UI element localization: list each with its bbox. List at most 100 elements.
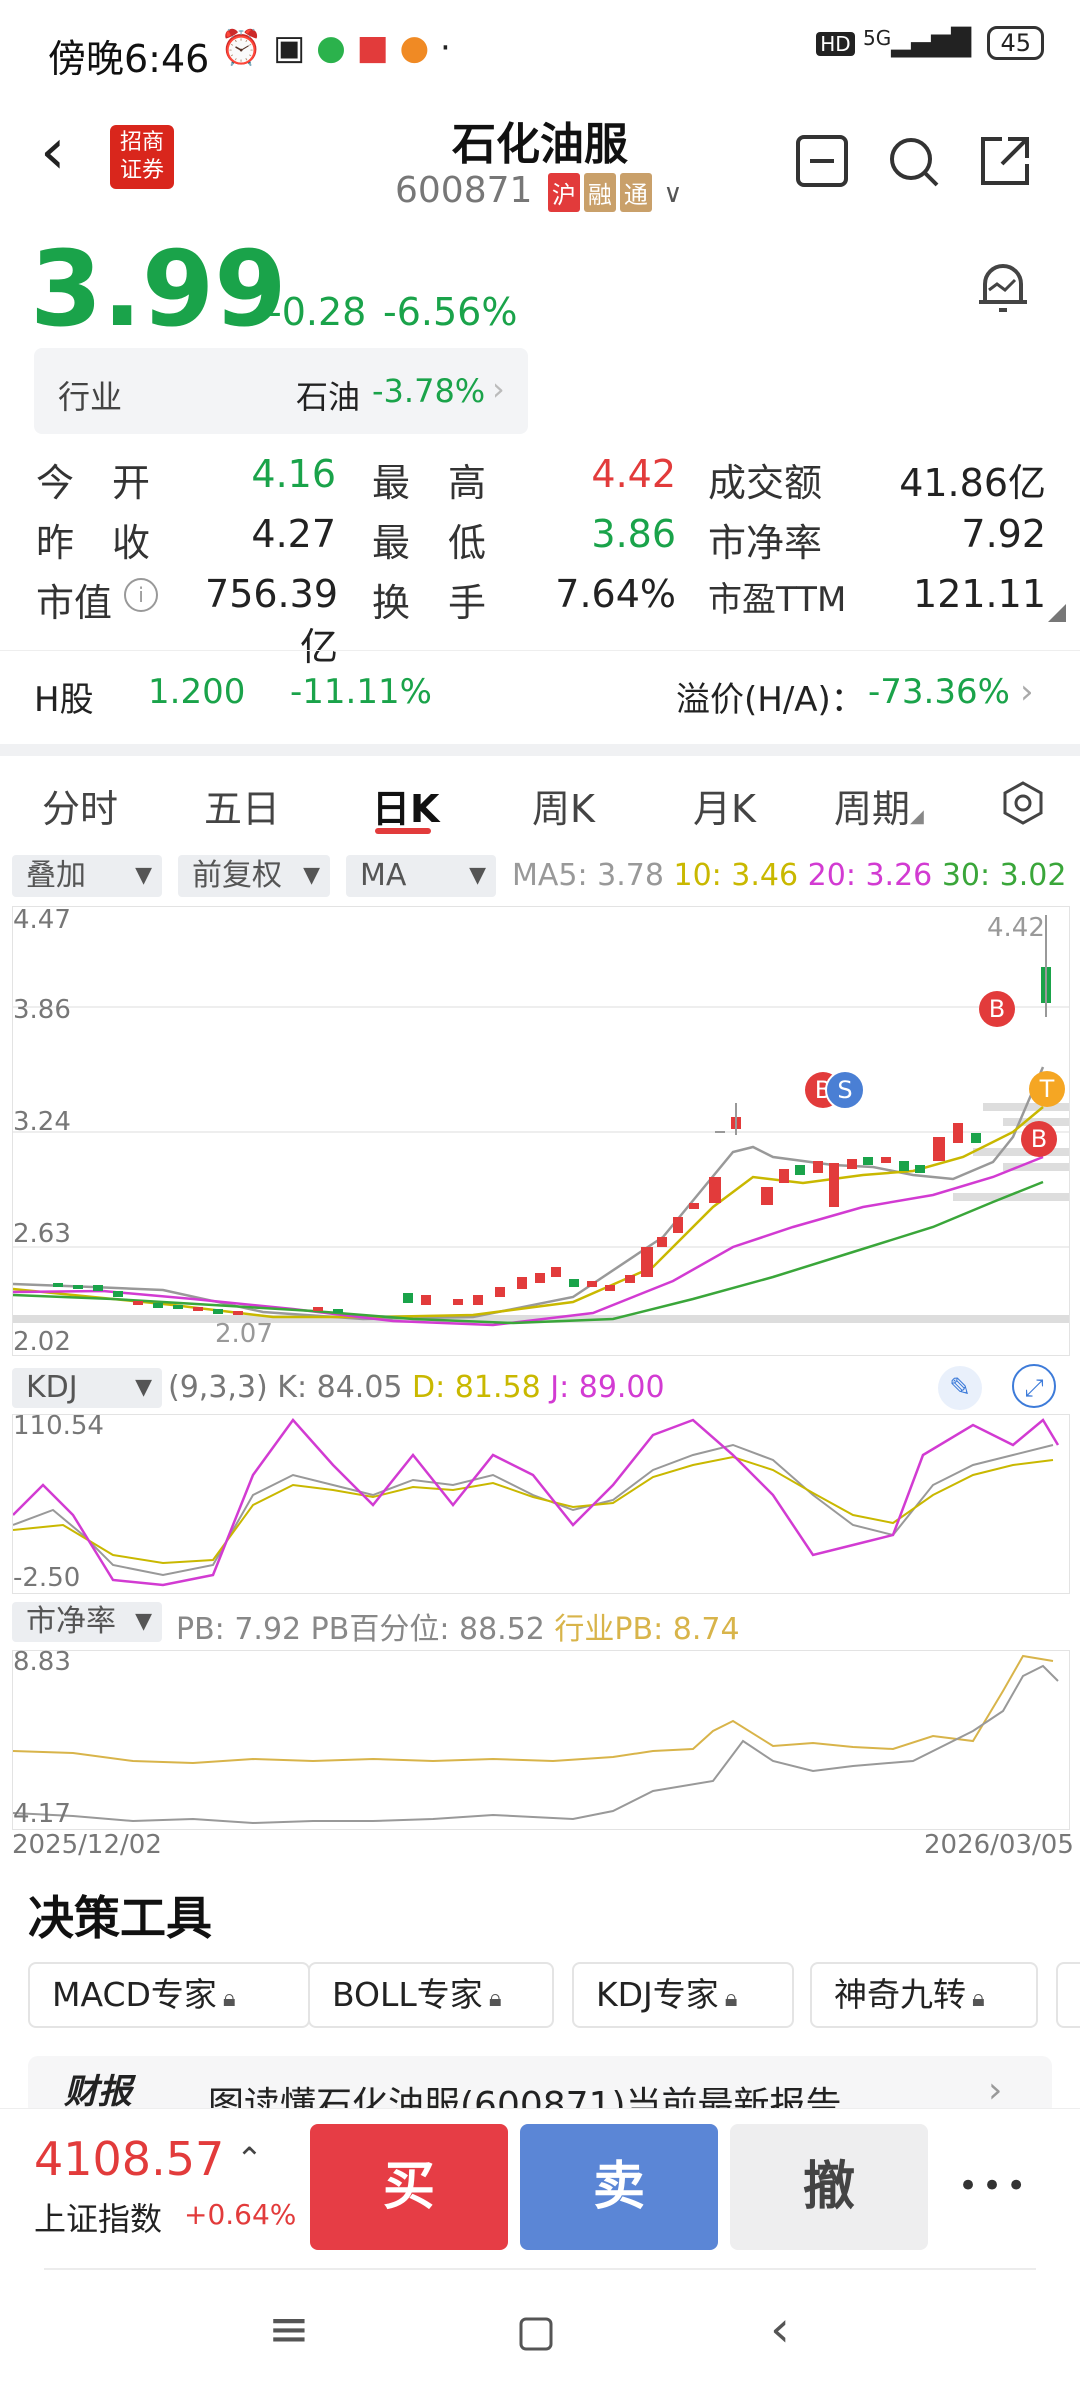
indicator-dropdown[interactable]: MA ▼ <box>346 855 496 897</box>
dropdown-caret-icon: ▼ <box>135 1609 152 1634</box>
info-icon[interactable]: i <box>124 578 158 612</box>
signal-icon: 5G <box>862 26 892 50</box>
pb-dropdown[interactable]: 市净率 ▼ <box>12 1602 162 1642</box>
ma5-value: MA5: 3.78 <box>512 858 664 893</box>
axis-l3: 3.24 <box>13 1107 71 1137</box>
kdj-params: (9,3,3) <box>168 1370 268 1405</box>
premium-value: -73.36% <box>868 672 1010 712</box>
date-end: 2026/03/05 <box>924 1830 1074 1860</box>
report-banner[interactable]: 财报 图读懂石化油服(600871)当前最新报告 › <box>28 2056 1052 2116</box>
buy-marker[interactable]: B <box>1021 1121 1057 1157</box>
kdj-dropdown[interactable]: KDJ ▼ <box>12 1368 162 1408</box>
share-icon[interactable] <box>978 134 1032 188</box>
edit-icon[interactable]: ✎ <box>938 1366 982 1410</box>
candles <box>53 967 1051 1315</box>
stat-value-turnover: 7.64% <box>555 572 676 616</box>
chip-label: BOLL专家 <box>332 1975 483 2014</box>
active-tab-indicator <box>375 828 431 834</box>
more-icon[interactable]: ••• <box>958 2166 1030 2206</box>
h-share-price: 1.200 <box>148 672 246 712</box>
index-name: 上证指数 <box>34 2200 163 2238</box>
alert-bell-icon[interactable] <box>975 256 1031 318</box>
chip-label: 神奇九转 <box>834 1975 966 2014</box>
kline-chart[interactable]: 4.47 3.86 3.24 2.63 2.02 4.42 2.07 B S B… <box>12 905 1070 1357</box>
stat-value-low: 3.86 <box>591 512 676 556</box>
stat-label-turnover-amount: 成交额 <box>708 461 823 505</box>
more-chip[interactable] <box>1056 1962 1080 2028</box>
tag-tong: 通 <box>619 172 652 212</box>
stat-label-pb: 市净率 <box>708 521 823 565</box>
section-divider <box>0 744 1080 756</box>
pb-axis-bottom: 4.17 <box>13 1799 71 1829</box>
stat-value-market-cap: 756.39亿 <box>205 572 338 669</box>
kdj-j: J: 89.00 <box>550 1370 665 1405</box>
back-nav-icon[interactable]: ‹ <box>770 2300 790 2358</box>
ma30-value: 30: 3.02 <box>941 858 1067 893</box>
expand-corner-icon[interactable] <box>1048 604 1066 622</box>
ma-legend: MA5: 3.78 10: 3.46 20: 3.26 30: 3.02 <box>512 858 1066 893</box>
current-price: 3.99 <box>30 228 287 350</box>
sell-button[interactable]: 卖 <box>520 2124 718 2250</box>
chevron-right-icon: › <box>988 2070 1003 2111</box>
stat-label-turnover: 换 手 <box>372 581 487 625</box>
ma20-value: 20: 3.26 <box>807 858 933 893</box>
stock-code: 600871 <box>395 170 533 211</box>
expand-icon[interactable]: ⤢ <box>1012 1364 1056 1408</box>
tab-five-day[interactable]: 五日 <box>204 778 280 833</box>
axis-bottom: 2.02 <box>13 1327 71 1357</box>
dropdown-caret-icon: ▼ <box>469 863 486 888</box>
cancel-button[interactable]: 撤 <box>730 2124 928 2250</box>
tab-intraday[interactable]: 分时 <box>42 778 118 833</box>
stat-label-low: 最 低 <box>372 521 487 565</box>
industry-badge[interactable]: 行业 石油 -3.78% › <box>34 348 528 434</box>
axis-l4: 2.63 <box>13 1219 71 1249</box>
tools-title: 决策工具 <box>28 1891 212 1945</box>
kdj-axis-bottom: -2.50 <box>13 1563 81 1593</box>
home-nav-icon[interactable] <box>518 2316 554 2352</box>
settings-icon[interactable] <box>1000 780 1046 826</box>
tab-period[interactable]: 周期◢ <box>834 778 924 833</box>
tab-monthly-k[interactable]: 月K <box>693 778 756 833</box>
price-change: -0.28 <box>268 290 367 334</box>
kdj-dropdown-label: KDJ <box>26 1370 78 1405</box>
pb-chart[interactable]: 8.83 4.17 <box>12 1647 1070 1830</box>
macd-expert-chip[interactable]: MACD专家 🔒︎ <box>28 1962 310 2028</box>
stat-value-open: 4.16 <box>251 452 336 496</box>
date-start: 2025/12/02 <box>12 1830 162 1860</box>
kdj-k: K: 84.05 <box>277 1370 403 1405</box>
minus-square-icon[interactable] <box>795 134 849 188</box>
magic-nine-chip[interactable]: 神奇九转 🔒︎ <box>810 1962 1038 2028</box>
stat-label-market-cap: 市值 <box>36 581 113 625</box>
sell-marker[interactable]: S <box>825 1070 865 1110</box>
tab-weekly-k[interactable]: 周K <box>532 778 595 833</box>
search-icon[interactable] <box>886 134 940 188</box>
ma10-value: 10: 3.46 <box>673 858 799 893</box>
kdj-expert-chip[interactable]: KDJ专家 🔒︎ <box>572 1962 794 2028</box>
dropdown-caret-icon: ▼ <box>135 863 152 888</box>
tag-rong: 融 <box>583 172 616 212</box>
chevron-right-icon[interactable]: › <box>1020 672 1034 712</box>
lock-icon: 🔒︎ <box>488 1984 502 2012</box>
kline-svg <box>12 915 1069 1327</box>
tab-daily-k[interactable]: 日K <box>372 778 439 833</box>
stock-code-row[interactable]: 600871 沪融通 ∨ <box>395 170 682 212</box>
buy-button[interactable]: 买 <box>310 2124 508 2250</box>
stat-value-high: 4.42 <box>591 452 676 496</box>
industry-pb: 行业PB: 8.74 <box>554 1612 740 1647</box>
overlay-dropdown[interactable]: 叠加 ▼ <box>12 855 162 897</box>
status-bar: 傍晚6:46 ⏰ ▣ ● ■ ● · HD 5G▂▄▆█ 45 <box>0 0 1080 100</box>
stat-value-prev-close: 4.27 <box>251 512 336 556</box>
stat-label-high: 最 高 <box>372 461 487 505</box>
boll-expert-chip[interactable]: BOLL专家 🔒︎ <box>308 1962 554 2028</box>
chevron-up-icon[interactable]: ⌃ <box>236 2140 263 2178</box>
price-change-pct: -6.56% <box>383 290 518 334</box>
status-right: HD 5G▂▄▆█ 45 <box>816 26 1044 60</box>
index-value[interactable]: 4108.57 <box>34 2132 224 2186</box>
menu-nav-icon[interactable]: ≡ <box>268 2300 310 2358</box>
adjust-dropdown[interactable]: 前复权 ▼ <box>178 855 330 897</box>
max-price-label: 4.42 <box>987 913 1045 943</box>
divider <box>44 2268 1036 2270</box>
t-marker[interactable]: T <box>1029 1071 1065 1107</box>
kdj-chart[interactable]: 110.54 -2.50 <box>12 1411 1070 1594</box>
buy-marker[interactable]: B <box>979 991 1015 1027</box>
